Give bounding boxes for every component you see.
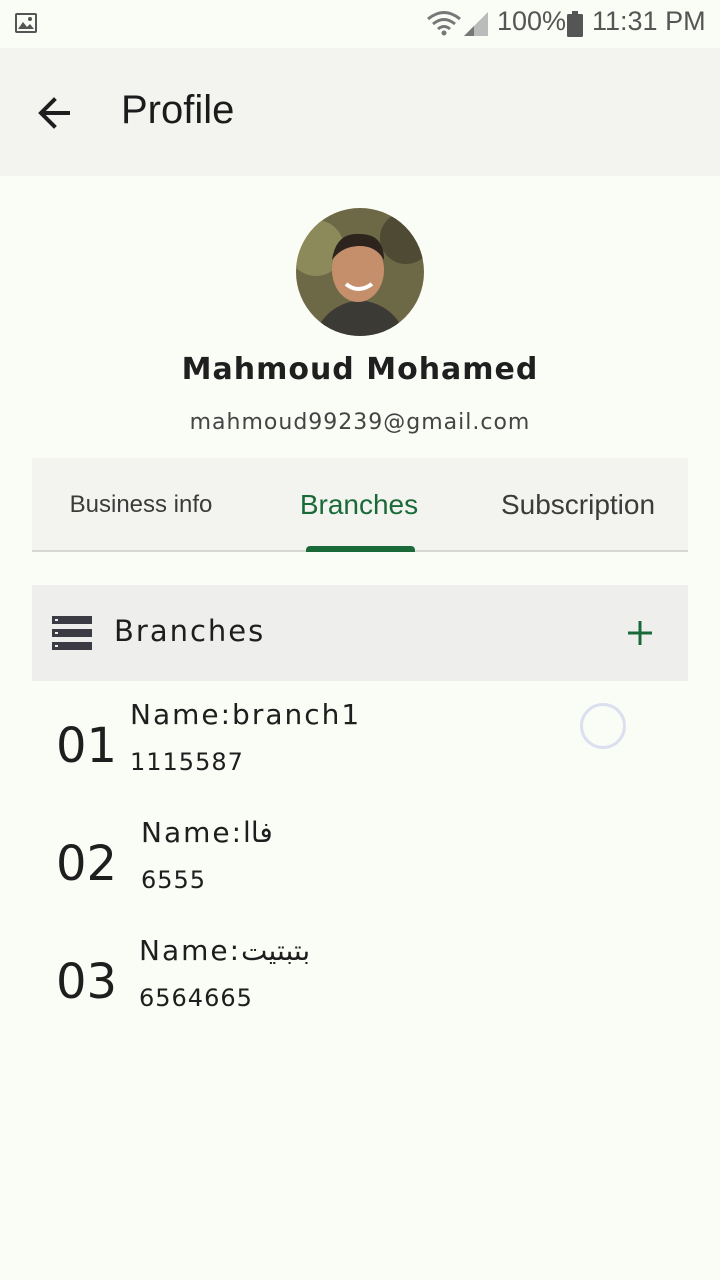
- tab-business-info[interactable]: Business info: [32, 458, 250, 552]
- branch-number: 02: [56, 836, 118, 892]
- arrow-left-icon: [38, 97, 70, 129]
- branch-number: 03: [56, 954, 118, 1010]
- battery-icon: [567, 11, 583, 37]
- page-title: Profile: [121, 88, 235, 132]
- branch-name: Name:بتبتيت: [139, 934, 311, 967]
- signal-icon: [464, 12, 488, 36]
- app-bar: Profile: [0, 48, 720, 176]
- branch-item-2[interactable]: 02 Name:فاا 6555: [32, 808, 688, 918]
- add-branch-button[interactable]: [620, 613, 660, 653]
- branch-name: Name:فاا: [141, 816, 273, 849]
- avatar-photo: [296, 208, 424, 336]
- branch-phone: 6555: [141, 866, 207, 894]
- back-button[interactable]: [30, 88, 80, 138]
- tab-subscription[interactable]: Subscription: [468, 458, 688, 552]
- branches-section-title: Branches: [114, 614, 266, 648]
- user-email: mahmoud99239@gmail.com: [189, 410, 531, 435]
- profile-tabs: Business info Branches Subscription: [32, 458, 688, 552]
- status-time: 11:31 PM: [592, 6, 706, 36]
- branch-phone: 6564665: [139, 984, 253, 1012]
- status-bar: 100% 11:31 PM: [0, 0, 720, 48]
- branch-item-3[interactable]: 03 Name:بتبتيت 6564665: [32, 926, 688, 1036]
- wifi-icon: [427, 11, 461, 36]
- plus-icon: [628, 621, 652, 645]
- avatar: [296, 208, 424, 336]
- branches-header: Branches: [32, 585, 688, 681]
- user-name: Mahmoud Mohamed: [181, 352, 539, 387]
- branch-phone: 1115587: [130, 748, 244, 776]
- branch-name: Name:branch1: [130, 698, 362, 731]
- tab-branches[interactable]: Branches: [250, 458, 468, 552]
- gallery-icon: [15, 13, 37, 33]
- battery-percentage: 100%: [497, 6, 567, 36]
- active-tab-indicator: [306, 546, 415, 552]
- loading-spinner: [580, 703, 626, 749]
- list-icon: [52, 616, 92, 650]
- branch-number: 01: [56, 718, 118, 774]
